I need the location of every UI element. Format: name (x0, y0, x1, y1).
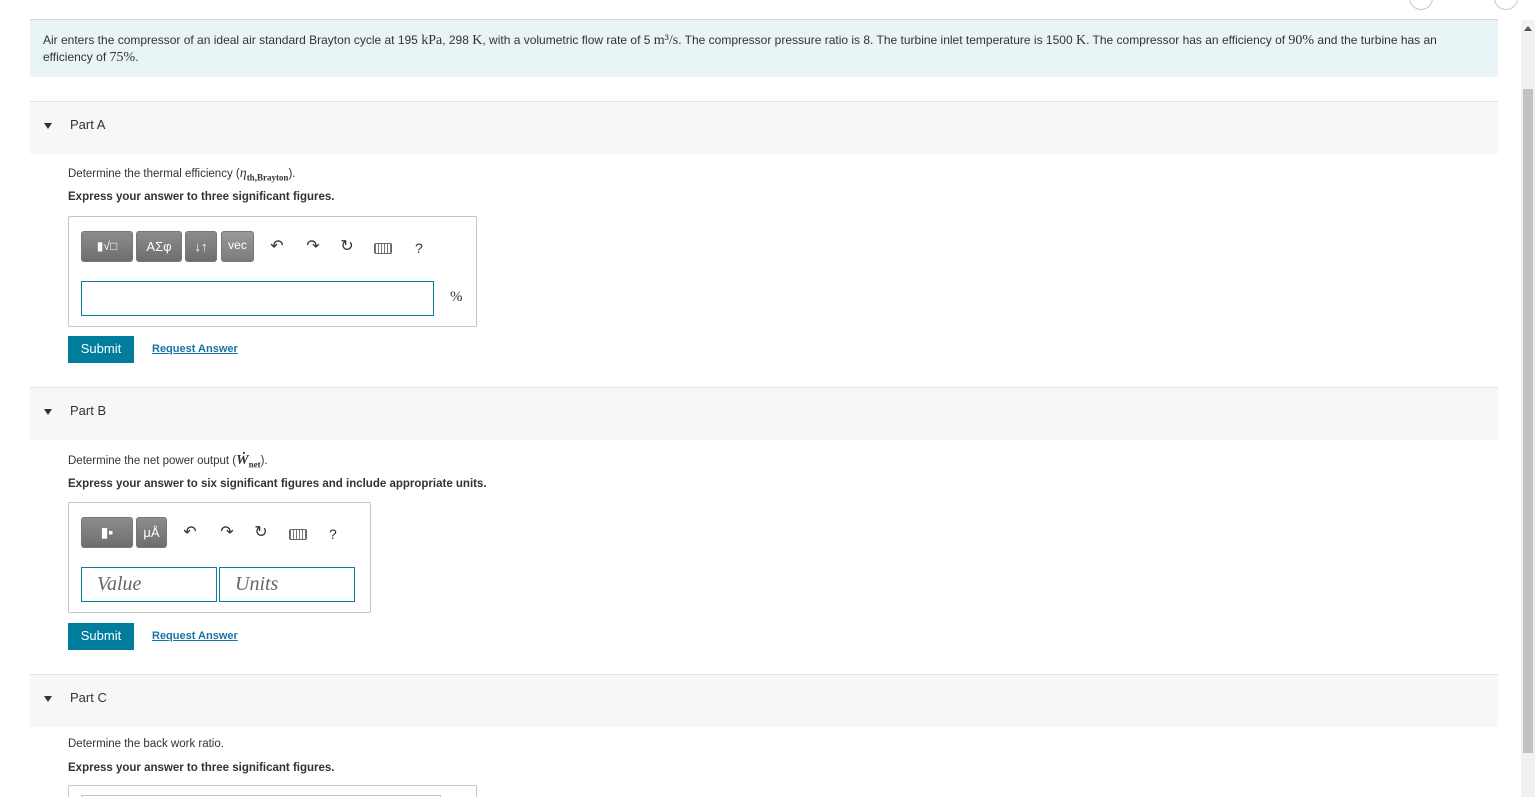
keyboard-icon[interactable] (374, 243, 392, 254)
part-b-request-answer-link[interactable]: Request Answer (152, 630, 238, 642)
units-placeholder: Units (235, 573, 279, 595)
part-a-prompt-end: ). (288, 168, 296, 180)
part-a-prompt-text: Determine the thermal efficiency ( (68, 168, 240, 180)
next-nav-button[interactable] (1494, 0, 1518, 10)
problem-text-5: . The compressor has an efficiency of (1086, 33, 1289, 47)
part-c-title: Part C (70, 690, 107, 705)
page-scrollbar[interactable] (1521, 20, 1535, 797)
part-a-answer-input[interactable] (81, 281, 434, 316)
part-b-instruction: Express your answer to six significant f… (68, 478, 487, 490)
units-input[interactable]: Units (219, 567, 355, 602)
part-a-answer-box: ▮√□ ΑΣφ ↓↑ vec ↶ ↷ ↻ ? % (68, 216, 477, 327)
undo-icon[interactable]: ↶ (267, 237, 287, 257)
vec-button[interactable]: vec (221, 231, 254, 262)
help-icon[interactable]: ? (329, 526, 337, 542)
part-a-prompt: Determine the thermal efficiency (ηth,Br… (68, 166, 295, 182)
templates-button[interactable]: ▮√□ (81, 231, 133, 262)
problem-text-3: , with a volumetric flow rate of 5 (482, 33, 654, 47)
unit-k-1: K (472, 33, 483, 48)
undo-icon[interactable]: ↶ (180, 523, 200, 543)
page: Air enters the compressor of an ideal ai… (0, 0, 1535, 797)
part-a-title: Part A (70, 117, 106, 132)
value-placeholder: Value (97, 573, 142, 595)
problem-text-4: . The compressor pressure ratio is 8. Th… (678, 33, 1076, 47)
problem-text-1: Air enters the compressor of an ideal ai… (43, 33, 422, 47)
reset-icon[interactable]: ↻ (251, 523, 271, 543)
redo-icon[interactable]: ↷ (303, 237, 323, 257)
eta-symbol: η (239, 166, 247, 181)
problem-statement: Air enters the compressor of an ideal ai… (30, 20, 1498, 77)
part-a-submit-button[interactable]: Submit (68, 336, 134, 363)
value-90-percent: 90% (1288, 33, 1315, 48)
part-a-header[interactable]: Part A (30, 101, 1498, 154)
keyboard-icon[interactable] (289, 529, 307, 540)
part-b-prompt-text: Determine the net power output ( (68, 455, 237, 467)
part-b-title: Part B (70, 403, 107, 418)
percent-unit: % (450, 289, 463, 305)
value-input[interactable]: Value (81, 567, 217, 602)
part-c-header[interactable]: Part C (30, 674, 1498, 727)
collapse-caret-icon (44, 696, 52, 702)
part-a-request-answer-link[interactable]: Request Answer (152, 343, 238, 355)
eta-subscript: th,Brayton (246, 172, 289, 183)
part-b-submit-button[interactable]: Submit (68, 623, 134, 650)
prev-nav-button[interactable] (1409, 0, 1433, 10)
part-b-header[interactable]: Part B (30, 387, 1498, 440)
units-button[interactable]: μÅ (136, 517, 167, 548)
part-c-prompt: Determine the back work ratio. (68, 738, 224, 750)
redo-icon[interactable]: ↷ (217, 523, 237, 543)
unit-k-2: K (1075, 33, 1087, 48)
part-c-instruction: Express your answer to three significant… (68, 762, 335, 774)
help-icon[interactable]: ? (415, 240, 423, 256)
unit-m3s: m³/s (653, 33, 679, 48)
greek-symbols-button[interactable]: ΑΣφ (136, 231, 182, 262)
part-b-prompt-end: ). (260, 455, 268, 467)
value-75-percent: 75% (109, 50, 136, 65)
w-subscript: net (248, 459, 261, 470)
part-b-prompt: Determine the net power output (Ẇnet). (68, 453, 268, 469)
reset-icon[interactable]: ↻ (337, 237, 357, 257)
scrollbar-thumb[interactable] (1523, 89, 1533, 753)
part-c-answer-box (68, 785, 477, 797)
collapse-caret-icon (44, 123, 52, 129)
part-a-instruction: Express your answer to three significant… (68, 191, 335, 203)
problem-text-2: , 298 (442, 33, 473, 47)
w-dot-symbol: Ẇ (236, 453, 249, 468)
scroll-up-arrow-icon[interactable] (1524, 26, 1532, 31)
collapse-caret-icon (44, 409, 52, 415)
problem-text-7: . (135, 50, 139, 64)
unit-kpa: kPa (421, 33, 443, 48)
templates-button[interactable]: ▮▪ (81, 517, 133, 548)
arrows-button[interactable]: ↓↑ (185, 231, 217, 262)
part-b-answer-box: ▮▪ μÅ ↶ ↷ ↻ ? Value Units (68, 502, 371, 613)
